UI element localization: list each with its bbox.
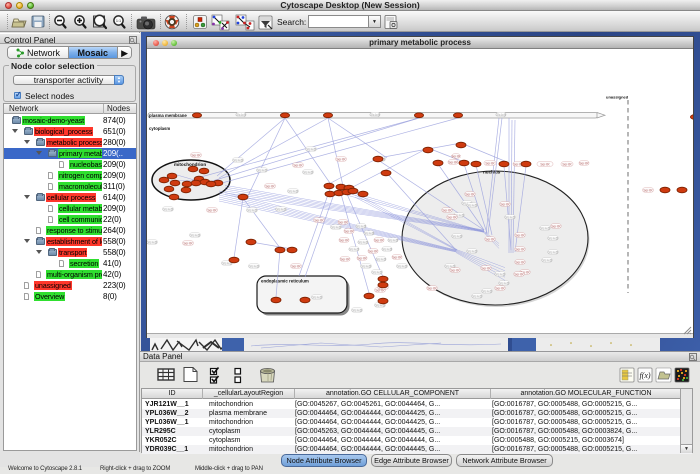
svg-text:Glc-k@: Glc-k@: [312, 295, 323, 299]
svg-text:Ser-tR: Ser-tR: [338, 220, 348, 224]
svg-text:Ser-tR: Ser-tR: [291, 264, 301, 268]
svg-text:Ser-tR: Ser-tR: [450, 268, 460, 272]
svg-text:Ser-tR: Ser-tR: [451, 154, 461, 158]
svg-text:Ser-tR: Ser-tR: [515, 233, 525, 237]
svg-text:Glc-k@: Glc-k@: [370, 113, 381, 117]
svg-text:Ser-tR: Ser-tR: [442, 208, 452, 212]
svg-text:Glc-k@: Glc-k@: [249, 264, 260, 268]
svg-text:plasma membrane: plasma membrane: [149, 113, 187, 118]
svg-text:Ser-tR: Ser-tR: [540, 162, 550, 166]
svg-text:Ser-tR: Ser-tR: [427, 286, 437, 290]
svg-text:1:1: 1:1: [116, 19, 121, 23]
svg-text:Ser-tR: Ser-tR: [368, 249, 378, 253]
svg-text:Glc-k@: Glc-k@: [496, 113, 507, 117]
svg-text:Ser-tR: Ser-tR: [191, 153, 201, 157]
svg-text:Ser-tR: Ser-tR: [265, 184, 275, 188]
svg-text:Glc-k@: Glc-k@: [376, 257, 387, 261]
svg-text:Ser-tR: Ser-tR: [447, 215, 457, 219]
svg-text:Glc-k@: Glc-k@: [163, 207, 174, 211]
svg-text:Glc-k@: Glc-k@: [382, 247, 393, 251]
svg-text:Glc-k@: Glc-k@: [233, 158, 244, 162]
svg-text:Glc-k@: Glc-k@: [276, 207, 287, 211]
svg-text:Ser-tR: Ser-tR: [339, 238, 349, 242]
svg-text:Glc-k@: Glc-k@: [372, 270, 383, 274]
svg-text:Glc-k@: Glc-k@: [306, 147, 317, 151]
svg-text:Glc-k@: Glc-k@: [358, 240, 369, 244]
svg-text:Glc-k@: Glc-k@: [482, 289, 493, 293]
svg-text:Glc-k@: Glc-k@: [472, 294, 483, 298]
svg-text:Ser-tR: Ser-tR: [562, 162, 572, 166]
svg-text:Glc-k@: Glc-k@: [352, 308, 363, 312]
svg-text:Glc-k@: Glc-k@: [397, 264, 408, 268]
svg-text:Glc-k@: Glc-k@: [548, 250, 559, 254]
svg-text:Glc-k@: Glc-k@: [236, 113, 247, 117]
svg-text:Glc-k@: Glc-k@: [540, 226, 551, 230]
svg-text:Ser-tR: Ser-tR: [357, 256, 367, 260]
svg-text:Ser-tR: Ser-tR: [514, 272, 524, 276]
svg-text:Ser-tR: Ser-tR: [515, 247, 525, 251]
svg-text:Glc-k@: Glc-k@: [467, 203, 478, 207]
svg-text:Ser-tR: Ser-tR: [500, 202, 510, 206]
svg-text:Ser-tR: Ser-tR: [551, 224, 561, 228]
svg-text:cytoplasm: cytoplasm: [149, 126, 170, 131]
svg-text:Ser-tR: Ser-tR: [465, 192, 475, 196]
svg-text:Ser-tR: Ser-tR: [579, 161, 589, 165]
svg-text:Glc-k@: Glc-k@: [542, 258, 553, 262]
svg-text:Glc-k@: Glc-k@: [190, 233, 201, 237]
svg-text:Ser-tR: Ser-tR: [515, 260, 525, 264]
svg-text:Glc-k@: Glc-k@: [288, 189, 299, 193]
svg-text:Glc-k@: Glc-k@: [331, 225, 342, 229]
svg-text:Ser-tR: Ser-tR: [183, 241, 193, 245]
svg-text:Ser-tR: Ser-tR: [448, 160, 458, 164]
svg-text:Ser-tR: Ser-tR: [336, 157, 346, 161]
svg-text:Glc-k@: Glc-k@: [361, 264, 372, 268]
svg-text:Glc-k@: Glc-k@: [364, 231, 375, 235]
svg-text:Glc-k@: Glc-k@: [495, 272, 506, 276]
svg-text:Glc-k@: Glc-k@: [388, 238, 399, 242]
svg-text:Ser-tR: Ser-tR: [481, 266, 491, 270]
svg-text:Ser-tR: Ser-tR: [495, 286, 505, 290]
svg-text:Ser-tR: Ser-tR: [643, 188, 653, 192]
svg-text:Glc-k@: Glc-k@: [356, 224, 367, 228]
svg-text:Glc-k@: Glc-k@: [499, 281, 510, 285]
svg-text:Ser-tR: Ser-tR: [293, 163, 303, 167]
svg-text:Glc-k@: Glc-k@: [147, 240, 157, 244]
svg-text:Ser-tR: Ser-tR: [207, 208, 217, 212]
svg-text:unassigned: unassigned: [606, 95, 629, 100]
svg-text:endoplasmic reticulum: endoplasmic reticulum: [261, 279, 309, 284]
svg-text:Ser-tR: Ser-tR: [314, 218, 324, 222]
svg-text:Glc-k@: Glc-k@: [257, 168, 268, 172]
svg-text:Glc-k@: Glc-k@: [349, 247, 360, 251]
svg-text:Glc-k@: Glc-k@: [452, 234, 463, 238]
svg-text:Ser-tR: Ser-tR: [485, 161, 495, 165]
svg-text:Ser-tR: Ser-tR: [392, 255, 402, 259]
svg-text:Glc-k@: Glc-k@: [247, 208, 258, 212]
svg-text:Ser-tR: Ser-tR: [344, 229, 354, 233]
svg-text:nucleus: nucleus: [483, 170, 501, 175]
svg-text:Glc-k@: Glc-k@: [303, 170, 314, 174]
svg-text:Glc-k@: Glc-k@: [467, 249, 478, 253]
svg-text:Glc-k@: Glc-k@: [505, 215, 516, 219]
svg-text:Ser-tR: Ser-tR: [485, 237, 495, 241]
svg-text:Ser-tR: Ser-tR: [340, 257, 350, 261]
svg-text:Ser-tR: Ser-tR: [374, 238, 384, 242]
svg-text:Glc-k@: Glc-k@: [548, 236, 559, 240]
svg-text:f(x): f(x): [639, 371, 650, 380]
